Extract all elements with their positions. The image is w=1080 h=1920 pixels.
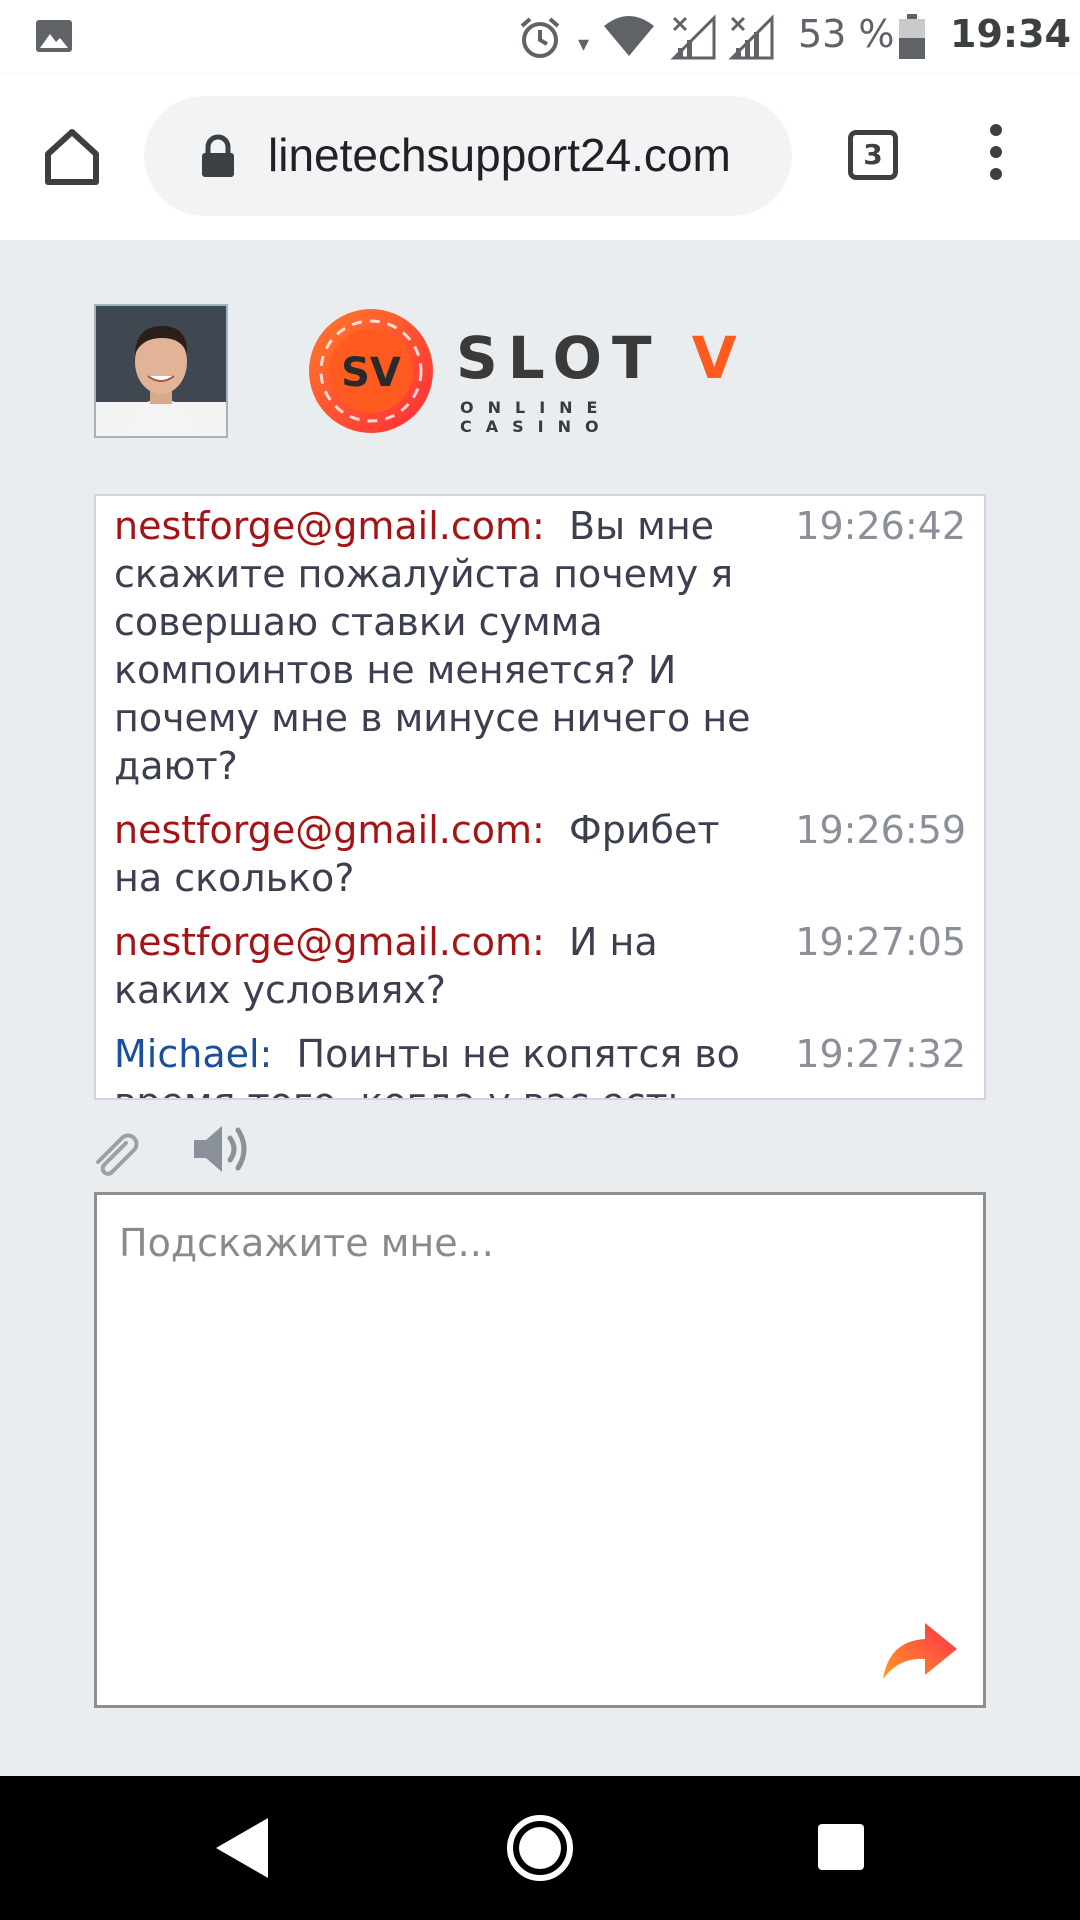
chat-message: nestforge@gmail.com: Вы мне скажите пожа… bbox=[96, 502, 984, 790]
chat-page: SV SLOT V ONLINE CASINO nestforge@gmail.… bbox=[0, 240, 1080, 1776]
message-timestamp: 19:27:05 bbox=[795, 920, 966, 964]
logo-badge-icon: SV bbox=[309, 309, 433, 433]
message-timestamp: 19:26:42 bbox=[795, 504, 966, 548]
home-icon[interactable] bbox=[40, 124, 104, 188]
chat-message: nestforge@gmail.com: Фрибет на сколько? 1… bbox=[96, 806, 984, 902]
avatar bbox=[94, 304, 228, 438]
lock-icon bbox=[202, 134, 234, 177]
chat-log[interactable]: nestforge@gmail.com: Вы мне скажите пожа… bbox=[94, 494, 986, 1100]
recent-apps-icon[interactable] bbox=[818, 1824, 864, 1870]
status-bar: ▾ 53 % 19:34 bbox=[0, 0, 1080, 74]
chat-message: Michael: Поинты не копятся во время того… bbox=[96, 1030, 984, 1098]
image-icon bbox=[36, 20, 72, 52]
send-arrow-icon[interactable] bbox=[879, 1617, 959, 1683]
logo-title: SLOT V bbox=[456, 324, 747, 392]
chat-message: nestforge@gmail.com: И на каких условиях… bbox=[96, 918, 984, 1014]
data-arrow-icon: ▾ bbox=[578, 32, 590, 57]
svg-text:SV: SV bbox=[341, 350, 401, 396]
wifi-icon bbox=[604, 16, 654, 56]
signal-icon bbox=[670, 14, 716, 60]
message-author: nestforge@gmail.com: bbox=[114, 504, 545, 548]
message-timestamp: 19:26:59 bbox=[795, 808, 966, 852]
browser-toolbar: linetechsupport24.com 3 bbox=[0, 74, 1080, 240]
paperclip-icon[interactable] bbox=[92, 1126, 144, 1176]
address-bar[interactable]: linetechsupport24.com bbox=[144, 96, 792, 216]
message-author: nestforge@gmail.com: bbox=[114, 920, 545, 964]
message-author: nestforge@gmail.com: bbox=[114, 808, 545, 852]
back-icon[interactable] bbox=[212, 1816, 272, 1880]
speaker-icon[interactable] bbox=[192, 1120, 252, 1178]
battery-icon bbox=[899, 14, 925, 59]
home-circle-icon[interactable] bbox=[506, 1814, 574, 1882]
alarm-icon bbox=[520, 17, 560, 58]
logo-subtitle: ONLINE CASINO bbox=[460, 398, 613, 436]
slotv-logo: SV SLOT V ONLINE CASINO bbox=[306, 306, 776, 436]
battery-percent: 53 % bbox=[798, 12, 895, 56]
message-input[interactable] bbox=[97, 1195, 983, 1705]
android-nav-bar bbox=[0, 1776, 1080, 1920]
message-input-area bbox=[94, 1192, 986, 1708]
message-timestamp: 19:27:32 bbox=[795, 1032, 966, 1076]
menu-icon[interactable] bbox=[984, 124, 1008, 188]
signal-icon-2 bbox=[728, 14, 774, 60]
url-text[interactable]: linetechsupport24.com bbox=[268, 128, 731, 182]
tab-switcher-button[interactable]: 3 bbox=[848, 130, 898, 180]
clock-time: 19:34 bbox=[950, 12, 1071, 56]
message-author: Michael: bbox=[114, 1032, 273, 1076]
